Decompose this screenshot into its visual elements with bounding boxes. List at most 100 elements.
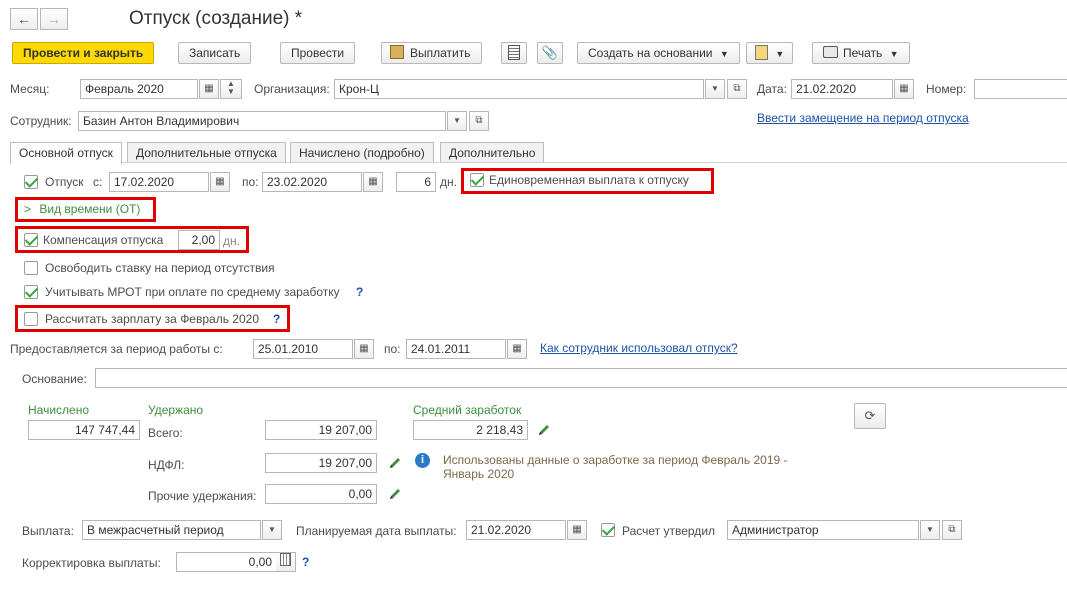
approved-checkbox[interactable] [601, 523, 615, 537]
compensation-days-field[interactable]: 2,00 [178, 230, 220, 250]
report-button[interactable] [501, 42, 527, 64]
attach-button[interactable]: 📎 [537, 42, 563, 64]
back-button[interactable]: ← [10, 8, 38, 30]
number-field[interactable] [974, 79, 1067, 99]
period-to-calendar-button[interactable]: ▦ [507, 339, 527, 359]
document-icon [755, 45, 768, 60]
month-field[interactable]: Февраль 2020 [80, 79, 198, 99]
window-title: Отпуск (создание) * [129, 8, 303, 29]
info-icon: i [415, 453, 430, 468]
month-calendar-button[interactable]: ▦ [199, 79, 219, 99]
report-icon [508, 45, 520, 60]
date-calendar-button[interactable]: ▦ [894, 79, 914, 99]
period-from-calendar-button[interactable]: ▦ [354, 339, 374, 359]
vacation-checkbox[interactable] [24, 175, 38, 189]
ndfl-field: 19 207,00 [265, 453, 377, 473]
compensation-label: Компенсация отпуска [43, 233, 164, 247]
approved-by-open-button[interactable]: ⧉ [942, 520, 962, 540]
tab-main-vacation[interactable]: Основной отпуск [10, 142, 122, 164]
other-withholdings-edit-pencil-icon[interactable] [388, 487, 402, 501]
period-from-field[interactable]: 25.01.2010 [253, 339, 353, 359]
create-based-on-label: Создать на основании [588, 46, 713, 60]
planned-date-calendar-button[interactable]: ▦ [567, 520, 587, 540]
tab-accrued-detailed[interactable]: Начислено (подробно) [290, 142, 434, 163]
save-button[interactable]: Записать [178, 42, 252, 64]
planned-date-field[interactable]: 21.02.2020 [466, 520, 566, 540]
tab-additional[interactable]: Дополнительно [440, 142, 545, 163]
employee-dropdown-button[interactable]: ▼ [447, 111, 467, 131]
ndfl-edit-pencil-icon[interactable] [388, 456, 402, 470]
post-button[interactable]: Провести [280, 42, 356, 64]
calculator-button[interactable] [276, 552, 296, 572]
month-label: Месяц: [10, 82, 50, 96]
approved-by-field[interactable]: Администратор [727, 520, 919, 540]
correction-help-icon[interactable]: ? [302, 554, 309, 570]
vacation-to-field[interactable]: 23.02.2020 [262, 172, 362, 192]
accrued-label: Начислено [28, 403, 90, 417]
vacation-usage-link[interactable]: Как сотрудник использовал отпуск? [540, 340, 738, 356]
employee-label: Сотрудник: [10, 114, 72, 128]
tab-additional-vacations[interactable]: Дополнительные отпуска [127, 142, 286, 163]
mrot-help-icon[interactable]: ? [356, 284, 363, 300]
paperclip-icon: 📎 [541, 45, 559, 60]
calc-salary-checkbox[interactable] [24, 312, 38, 326]
doc-menu-button[interactable]: ▼ [746, 42, 794, 64]
date-label: Дата: [757, 82, 787, 96]
employee-open-button[interactable]: ⧉ [469, 111, 489, 131]
print-button[interactable]: Печать ▼ [812, 42, 910, 64]
organization-open-button[interactable]: ⧉ [727, 79, 747, 99]
vacation-from-label: с: [93, 175, 103, 189]
print-button-label: Печать [843, 46, 883, 60]
employee-field[interactable]: Базин Антон Владимирович [78, 111, 446, 131]
period-label: Предоставляется за период работы с: [10, 342, 223, 356]
vacation-from-field[interactable]: 17.02.2020 [109, 172, 209, 192]
organization-dropdown-button[interactable]: ▼ [705, 79, 725, 99]
calculator-icon [280, 553, 291, 566]
replacement-link[interactable]: Ввести замещение на период отпуска [757, 110, 969, 126]
forward-button[interactable]: → [40, 8, 68, 30]
number-label: Номер: [926, 82, 967, 96]
period-to-label: по: [384, 342, 401, 356]
pay-icon [390, 45, 404, 59]
approved-label: Расчет утвердил [622, 524, 716, 538]
create-based-on-button[interactable]: Создать на основании ▼ [577, 42, 740, 64]
date-field[interactable]: 21.02.2020 [791, 79, 893, 99]
calc-salary-help-icon[interactable]: ? [273, 311, 280, 327]
vacation-from-calendar-button[interactable]: ▦ [210, 172, 230, 192]
free-rate-label: Освободить ставку на период отсутствия [45, 261, 275, 275]
refresh-icon: ⟳ [864, 408, 876, 423]
period-to-field[interactable]: 24.01.2011 [406, 339, 506, 359]
month-stepper[interactable]: ▲ ▼ [220, 79, 242, 99]
average-earnings-edit-pencil-icon[interactable] [537, 423, 551, 437]
vacation-days-field[interactable]: 6 [396, 172, 436, 192]
accrued-field: 147 747,44 [28, 420, 140, 440]
other-withholdings-label: Прочие удержания: [148, 489, 257, 503]
compensation-checkbox[interactable] [24, 233, 38, 247]
calc-salary-label: Рассчитать зарплату за Февраль 2020 [45, 312, 259, 326]
refresh-button[interactable]: ⟳ [854, 403, 886, 429]
organization-label: Организация: [254, 82, 330, 96]
post-and-close-button[interactable]: Провести и закрыть [12, 42, 155, 64]
time-type-expander[interactable]: > Вид времени (ОТ) [24, 201, 140, 217]
basis-field[interactable] [95, 368, 1067, 388]
vacation-label: Отпуск [45, 175, 84, 189]
free-rate-checkbox[interactable] [24, 261, 38, 275]
payout-dropdown-button[interactable]: ▼ [262, 520, 282, 540]
vacation-to-calendar-button[interactable]: ▦ [363, 172, 383, 192]
lump-sum-checkbox[interactable] [470, 173, 484, 187]
correction-field[interactable]: 0,00 [176, 552, 276, 572]
pay-button-label: Выплатить [410, 46, 471, 60]
vacation-to-label: по: [242, 175, 259, 189]
payout-label: Выплата: [22, 524, 74, 538]
organization-field[interactable]: Крон-Ц [334, 79, 704, 99]
printer-icon [823, 46, 838, 58]
ndfl-label: НДФЛ: [148, 458, 185, 472]
mrot-label: Учитывать МРОТ при оплате по среднему за… [45, 285, 340, 299]
mrot-checkbox[interactable] [24, 285, 38, 299]
other-withholdings-field: 0,00 [265, 484, 377, 504]
approved-by-dropdown-button[interactable]: ▼ [920, 520, 940, 540]
pay-button[interactable]: Выплатить [381, 42, 482, 64]
chevron-down-icon: ▼ [889, 49, 899, 59]
correction-label: Корректировка выплаты: [22, 556, 161, 570]
payout-field[interactable]: В межрасчетный период [82, 520, 261, 540]
